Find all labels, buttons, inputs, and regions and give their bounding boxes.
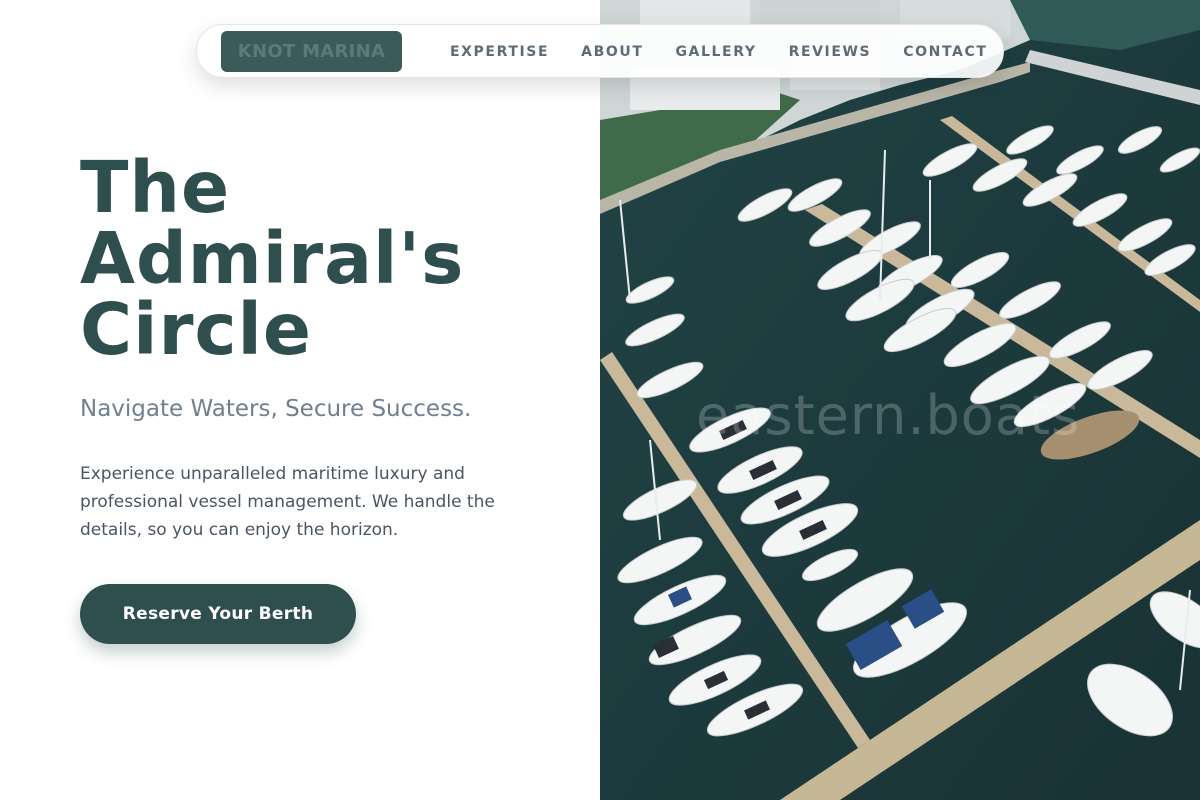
nav-links: EXPERTISE ABOUT GALLERY REVIEWS CONTACT (450, 25, 987, 79)
nav-link-gallery[interactable]: GALLERY (675, 44, 756, 60)
hero-description: Experience unparalleled maritime luxury … (80, 464, 495, 540)
nav-link-contact[interactable]: CONTACT (903, 44, 987, 60)
hero-title-line: Admiral's (80, 217, 465, 300)
nav-link-about[interactable]: ABOUT (581, 44, 643, 60)
hero-subtitle: Navigate Waters, Secure Success. (80, 396, 472, 422)
hero-section: The Admiral's Circle Navigate Waters, Se… (0, 0, 600, 800)
marina-illustration (600, 0, 1200, 800)
hero-title-line: Circle (80, 288, 313, 371)
nav-link-expertise[interactable]: EXPERTISE (450, 44, 549, 60)
top-navigation: KNOT MARINA EXPERTISE ABOUT GALLERY REVI… (196, 24, 1004, 78)
marina-aerial-image: eastern.boats (600, 0, 1200, 800)
nav-link-reviews[interactable]: REVIEWS (789, 44, 872, 60)
hero-title-line: The (80, 146, 231, 229)
reserve-berth-button[interactable]: Reserve Your Berth (80, 584, 356, 644)
hero-title: The Admiral's Circle (80, 152, 580, 365)
brand-logo[interactable]: KNOT MARINA (221, 31, 402, 72)
